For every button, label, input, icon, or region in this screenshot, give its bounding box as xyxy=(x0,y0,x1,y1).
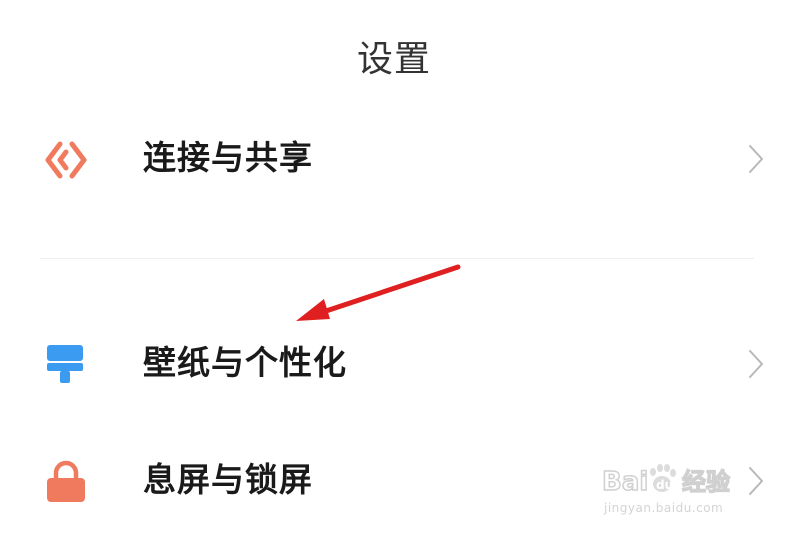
page-title: 设置 xyxy=(356,39,431,80)
chevron-right-icon xyxy=(744,142,768,176)
settings-item-label: 连接与共享 xyxy=(143,138,313,177)
connection-share-icon xyxy=(42,138,90,182)
settings-item-label: 壁纸与个性化 xyxy=(143,343,347,382)
chevron-right-icon xyxy=(744,464,768,498)
settings-item-wallpaper-personalization[interactable]: 壁纸与个性化 xyxy=(0,313,788,413)
settings-item-connection-share[interactable]: 连接与共享 xyxy=(0,108,788,208)
lock-icon xyxy=(42,460,90,504)
settings-item-label: 息屏与锁屏 xyxy=(143,460,313,499)
paint-brush-icon xyxy=(42,343,90,387)
chevron-right-icon xyxy=(744,347,768,381)
settings-item-lock-screen[interactable]: 息屏与锁屏 xyxy=(0,430,788,530)
settings-screen: 设置 连接与共享 壁纸与个性化 息屏与锁屏 Bai du 经验 jingyan.… xyxy=(0,0,788,536)
section-divider xyxy=(40,258,754,259)
